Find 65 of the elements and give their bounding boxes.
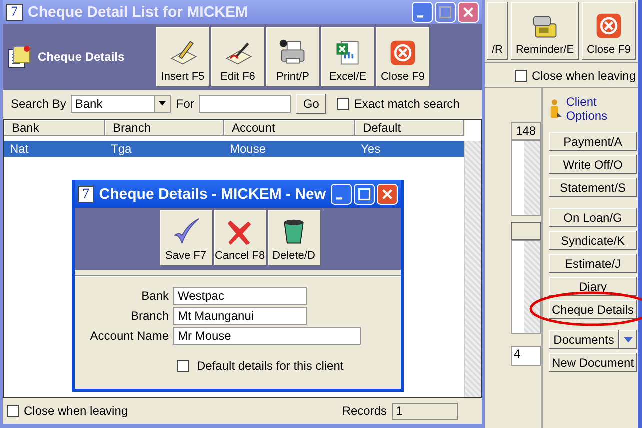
count-header: 148 (511, 122, 542, 140)
checkbox[interactable] (177, 360, 189, 372)
option-button[interactable]: Estimate/J (549, 254, 638, 273)
checkbox-label: Close when leaving (24, 404, 128, 418)
table-row[interactable]: Nat Tga Mouse Yes (4, 141, 465, 157)
client-options-title: Client Options (566, 95, 609, 123)
field-label: Search By (11, 97, 66, 111)
search-by-dropdown[interactable]: Bank (71, 95, 172, 113)
column-header[interactable]: Bank (4, 120, 105, 136)
field-label: For (176, 97, 194, 111)
toolbar-button[interactable]: Edit F6 (211, 27, 265, 87)
checkbox[interactable] (7, 405, 19, 417)
maximize-icon[interactable] (354, 184, 375, 204)
checkbox-label: Exact match search (354, 97, 460, 111)
toolbar-button[interactable]: Reminder/E (511, 2, 579, 60)
window-title: Cheque Details - MICKEM - New (99, 186, 326, 202)
text-field[interactable]: Mt Maunganui (173, 307, 307, 325)
toolbar-button[interactable]: /R (487, 2, 508, 60)
column-header (511, 222, 542, 240)
column-header[interactable]: Default (355, 120, 464, 136)
option-button[interactable]: Payment/A (549, 132, 638, 151)
person-icon (549, 98, 562, 120)
toolbar-button[interactable]: Print/P (266, 27, 320, 87)
documents-button[interactable]: Documents (549, 330, 620, 349)
app-icon: 7 (78, 186, 94, 202)
checkbox[interactable] (514, 70, 527, 82)
option-button[interactable]: Syndicate/K (549, 231, 638, 250)
checkbox-label: Default details for this client (197, 359, 344, 373)
field-label: Bank (140, 289, 169, 303)
text-field[interactable]: Mr Mouse (173, 327, 361, 345)
text-field[interactable]: 4 (511, 346, 542, 366)
option-button[interactable]: Write Off/O (549, 155, 638, 174)
close-icon (388, 38, 418, 68)
minimize-icon[interactable] (331, 184, 352, 204)
toolbar-button[interactable]: Excel/E (321, 27, 375, 87)
scrollbar[interactable] (464, 141, 481, 397)
checkbox[interactable] (337, 98, 350, 110)
records-field: 1 (392, 402, 458, 420)
dropdown-button[interactable] (619, 330, 638, 349)
option-button[interactable]: Cheque Details (549, 300, 638, 319)
caret-icon (624, 336, 633, 342)
window-title: Cheque Detail List for MICKEM (28, 4, 250, 20)
text-field[interactable]: Westpac (173, 287, 307, 305)
toolbar-button[interactable]: Close F9 (376, 27, 430, 87)
records-label: Records (342, 404, 387, 418)
toolbar-button[interactable]: Cancel F8 (214, 210, 266, 266)
caret-icon (158, 101, 168, 107)
close-icon[interactable] (377, 184, 398, 204)
toolbar-button[interactable]: Delete/D (268, 210, 320, 266)
option-button[interactable]: On Loan/G (549, 208, 638, 227)
app-icon: 7 (6, 4, 23, 20)
column-header[interactable]: Branch (105, 120, 224, 136)
search-field[interactable] (199, 95, 292, 113)
field-label: Branch (130, 309, 169, 323)
toolbar-button[interactable]: Insert F5 (156, 27, 210, 87)
option-button[interactable]: New Document (549, 353, 638, 372)
notepad-icon (6, 44, 32, 70)
option-button[interactable]: Statement/S (549, 178, 638, 197)
checkbox-label: Close when leaving (532, 69, 636, 83)
toolbar-button[interactable]: Save F7 (160, 210, 212, 266)
go-button[interactable]: Go (296, 94, 326, 114)
toolbar-button[interactable]: Close F9 (582, 2, 636, 60)
field-label: Account Name (89, 329, 169, 343)
section-title: Cheque Details (38, 50, 125, 64)
column-header[interactable]: Account (224, 120, 355, 136)
